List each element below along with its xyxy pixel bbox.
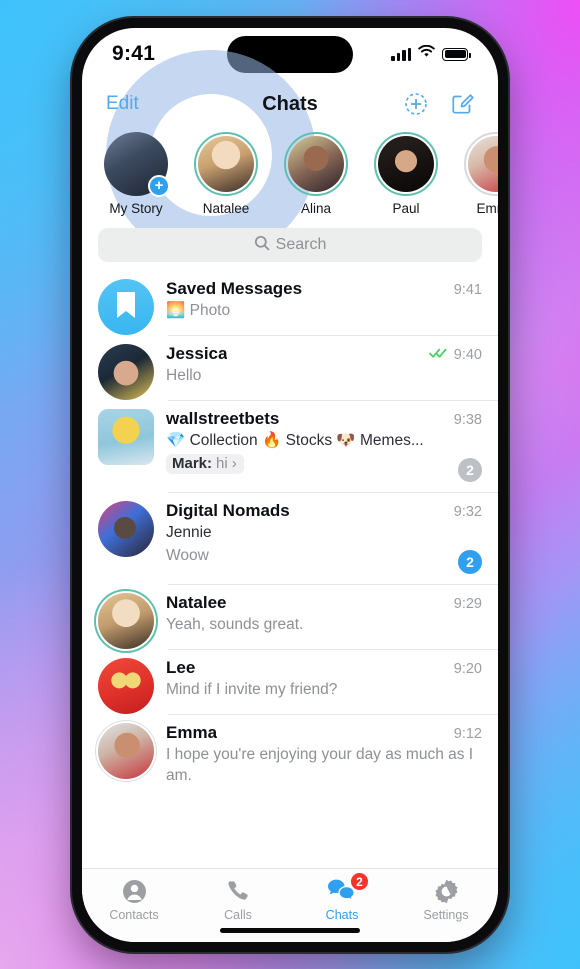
- chat-name: Digital Nomads: [166, 501, 290, 521]
- reply-chip[interactable]: Mark: hi ›: [166, 454, 244, 475]
- story-label: Natalee: [202, 201, 250, 216]
- avatar: [98, 593, 154, 650]
- story-item-my-story[interactable]: + My Story: [100, 132, 172, 216]
- phone-frame: 9:41 Edit Chats + My Story Natalee Alina…: [72, 18, 508, 952]
- read-receipt-icon: [428, 346, 449, 364]
- avatar: [284, 132, 348, 196]
- chat-list-item[interactable]: wallstreetbets 9:38 💎 Collection 🔥 Stock…: [82, 400, 498, 492]
- nav-actions: [404, 92, 474, 116]
- chat-time: 9:38: [453, 412, 482, 428]
- avatar: [98, 344, 154, 400]
- reply-author: Mark:: [172, 455, 213, 473]
- avatar: [374, 132, 438, 196]
- bookmark-icon: [113, 290, 139, 325]
- search-icon: [254, 235, 270, 256]
- story-item-natalee[interactable]: Natalee: [190, 132, 262, 216]
- avatar: [98, 409, 154, 465]
- chat-time: 9:41: [453, 282, 482, 298]
- chats-bubbles-icon: 2: [327, 872, 369, 905]
- chat-preview: I hope you're enjoying your day as much …: [166, 746, 474, 784]
- battery-icon: [442, 47, 471, 61]
- tab-label: Calls: [224, 908, 252, 922]
- chat-time: 9:32: [453, 504, 482, 521]
- home-indicator: [220, 928, 360, 933]
- chat-list-item[interactable]: Emma 9:12 I hope you're enjoying your da…: [82, 714, 498, 796]
- chat-time: 9:20: [453, 661, 482, 678]
- compose-icon[interactable]: [450, 92, 474, 116]
- tab-label: Contacts: [109, 908, 159, 922]
- chat-time: 9:29: [453, 596, 482, 613]
- story-item-paul[interactable]: Paul: [370, 132, 442, 216]
- chat-time: 9:40: [453, 347, 482, 363]
- story-item-emma[interactable]: Emma: [460, 132, 498, 216]
- reply-text: hi: [216, 455, 228, 473]
- story-label: My Story: [109, 201, 163, 216]
- tab-label: Settings: [423, 908, 469, 922]
- tab-settings[interactable]: Settings: [394, 877, 498, 922]
- page-title: Chats: [262, 92, 318, 115]
- chat-preview: 🌅 Photo: [166, 302, 231, 319]
- chat-name: Saved Messages: [166, 279, 303, 298]
- chat-list-item[interactable]: Jessica 9:40 Hello: [82, 335, 498, 400]
- chat-preview: Yeah, sounds great.: [166, 616, 304, 634]
- chat-message-author: Jennie: [166, 524, 212, 542]
- story-label: Alina: [300, 201, 332, 216]
- chat-list[interactable]: Saved Messages 9:41 🌅 Photo Jessica 9:40…: [82, 270, 498, 868]
- chat-name: Lee: [166, 658, 196, 678]
- tab-label: Chats: [325, 908, 359, 922]
- chat-time: 9:12: [453, 726, 482, 743]
- avatar: [98, 279, 154, 335]
- story-item-alina[interactable]: Alina: [280, 132, 352, 216]
- search-placeholder: Search: [275, 236, 327, 253]
- chat-preview: Hello: [166, 367, 202, 384]
- tab-unread-badge: 2: [350, 872, 369, 891]
- phone-icon: [225, 877, 251, 905]
- story-label: Paul: [392, 201, 420, 216]
- tab-chats[interactable]: 2 Chats: [290, 872, 394, 922]
- phone-screen: 9:41 Edit Chats + My Story Natalee Alina…: [82, 28, 498, 942]
- chat-preview: Mind if I invite my friend?: [166, 681, 338, 699]
- avatar: [98, 658, 154, 715]
- search-input[interactable]: Search: [98, 228, 482, 262]
- avatar: [98, 723, 154, 780]
- chat-name: Jessica: [166, 344, 228, 363]
- avatar: [464, 132, 498, 196]
- unread-badge: 2: [458, 458, 482, 483]
- chat-name: Emma: [166, 723, 218, 743]
- status-time: 9:41: [112, 42, 156, 65]
- add-story-icon[interactable]: [404, 92, 428, 116]
- chat-list-item[interactable]: Natalee 9:29 Yeah, sounds great.: [82, 584, 498, 650]
- search-container: Search: [82, 228, 498, 270]
- chat-list-item[interactable]: Saved Messages 9:41 🌅 Photo: [82, 270, 498, 335]
- navigation-bar: Edit Chats: [82, 80, 498, 128]
- chat-name: Natalee: [166, 593, 227, 613]
- chevron-right-icon: ›: [231, 455, 237, 473]
- dynamic-island: [227, 36, 353, 73]
- chat-name: wallstreetbets: [166, 409, 280, 428]
- stories-row[interactable]: + My Story Natalee Alina Paul Em: [82, 128, 498, 228]
- chat-list-item[interactable]: Digital Nomads 9:32 Jennie Woow 2: [82, 492, 498, 584]
- gear-icon: [433, 877, 460, 905]
- tab-calls[interactable]: Calls: [186, 877, 290, 922]
- edit-button[interactable]: Edit: [106, 93, 139, 115]
- avatar: [98, 501, 154, 558]
- status-indicators: [391, 44, 471, 63]
- tab-contacts[interactable]: Contacts: [82, 877, 186, 922]
- status-bar: 9:41: [82, 28, 498, 80]
- chat-preview: 💎 Collection 🔥 Stocks 🐶 Memes...: [166, 432, 424, 449]
- cellular-bars-icon: [391, 47, 411, 61]
- story-label: Emma: [476, 201, 498, 216]
- add-story-plus-icon[interactable]: +: [148, 175, 170, 197]
- avatar: +: [104, 132, 170, 197]
- unread-badge: 2: [458, 550, 482, 575]
- avatar: [194, 132, 258, 196]
- wifi-icon: [418, 44, 435, 63]
- contacts-icon: [121, 877, 148, 905]
- chat-list-item[interactable]: Lee 9:20 Mind if I invite my friend?: [82, 649, 498, 715]
